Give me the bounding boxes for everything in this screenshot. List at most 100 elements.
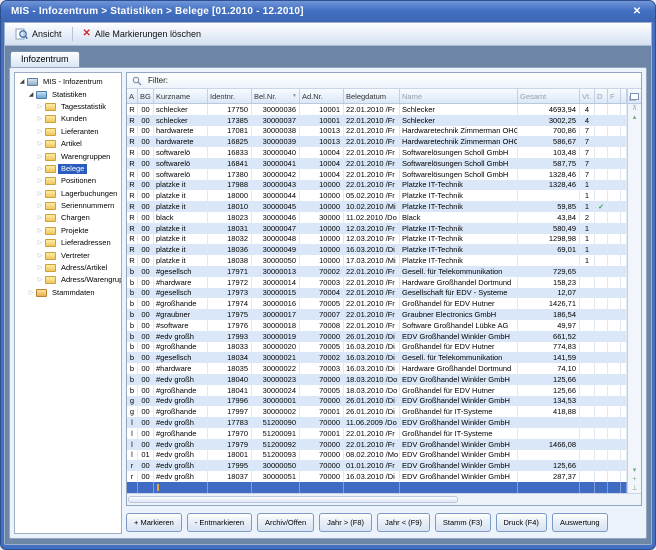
table-row[interactable]: R00hardwarete17081300000381001322.01.201… — [127, 126, 627, 137]
table-row[interactable]: R00platzke it18036300000491000016.03.201… — [127, 244, 627, 255]
tree-item-stammdaten[interactable]: ▷Stammdaten — [17, 287, 121, 299]
table-row[interactable]: R00schlecker17385300000371000122.01.2010… — [127, 115, 627, 126]
button-druck-f4[interactable]: Druck (F4) — [496, 513, 547, 532]
expand-arrow-icon[interactable]: ▷ — [36, 277, 44, 283]
collapse-arrow-icon[interactable]: ◢ — [18, 79, 26, 85]
nav-add-icon[interactable]: + — [632, 475, 636, 484]
button-jahr-f8[interactable]: Jahr > (F8) — [319, 513, 372, 532]
tree-item-projekte[interactable]: ▷Projekte — [17, 225, 121, 237]
table-row[interactable]: R00platzke it17988300000431000022.01.201… — [127, 180, 627, 191]
expand-arrow-icon[interactable]: ▷ — [36, 215, 44, 221]
table-row[interactable]: R00platzke it18031300000471000012.03.201… — [127, 223, 627, 234]
tree-item-warengruppen[interactable]: ▷Warengruppen — [17, 150, 121, 162]
grid-horizontal-scrollbar[interactable] — [127, 493, 641, 505]
expand-arrow-icon[interactable]: ▷ — [36, 116, 44, 122]
table-row[interactable]: g00#großhande17997300000027000126.01.201… — [127, 406, 627, 417]
table-row[interactable]: b00#hardware17972300000147000322.01.2010… — [127, 277, 627, 288]
column-header-d[interactable]: D — [595, 89, 608, 103]
table-row[interactable]: R00platzke it18010300000451000010.02.201… — [127, 201, 627, 212]
expand-arrow-icon[interactable]: ▷ — [36, 141, 44, 147]
filter-row[interactable]: Filter: — [127, 73, 641, 89]
column-header-kurzname[interactable]: Kurzname — [154, 89, 208, 103]
column-header-gesamt[interactable]: Gesamt — [518, 89, 580, 103]
column-header-belnr[interactable]: Bel.Nr.▼ — [252, 89, 300, 103]
table-row[interactable]: b00#hardware18035300000227000316.03.2010… — [127, 363, 627, 374]
tree-item-adress-warengruppen[interactable]: ▷Adress/Warengruppen — [17, 274, 121, 286]
tree-item-seriennummern[interactable]: ▷Seriennummern — [17, 200, 121, 212]
grid-vertical-scrollbar[interactable]: ⊼▴▾+⊥ — [627, 89, 641, 493]
table-row[interactable]: b00#großhande17974300000167000522.01.201… — [127, 298, 627, 309]
tab-infozentrum[interactable]: Infozentrum — [10, 51, 80, 67]
expand-arrow-icon[interactable]: ▷ — [36, 203, 44, 209]
column-header-name[interactable]: Name — [400, 89, 518, 103]
column-header-f[interactable]: F — [608, 89, 621, 103]
tree-item-lieferadressen[interactable]: ▷Lieferadressen — [17, 237, 121, 249]
expand-arrow-icon[interactable]: ▷ — [36, 154, 44, 160]
table-row[interactable]: b00#gesellsch17973300000157000422.01.201… — [127, 288, 627, 299]
expand-arrow-icon[interactable]: ▷ — [36, 228, 44, 234]
table-row[interactable]: g00#edv großh17996300000017000026.01.201… — [127, 396, 627, 407]
tree-item-statistiken[interactable]: ◢Statistiken — [17, 88, 121, 100]
column-header-vt[interactable]: Vt. — [580, 89, 595, 103]
expand-arrow-icon[interactable]: ▷ — [36, 253, 44, 259]
expand-arrow-icon[interactable]: ▷ — [36, 129, 44, 135]
tree-item-mis-infozentrum[interactable]: ◢MIS - Infozentrum — [17, 76, 121, 88]
button-archiv-offen[interactable]: Archiv/Offen — [257, 513, 314, 532]
clear-marks-button[interactable]: ✕ Alle Markierungen löschen — [79, 28, 205, 40]
button-markieren[interactable]: + Markieren — [126, 513, 182, 532]
table-row[interactable]: b00#graubner17975300000177000722.01.2010… — [127, 309, 627, 320]
table-row[interactable]: R00platzke it18038300000501000017.03.201… — [127, 255, 627, 266]
tree-item-belege[interactable]: ▷Belege — [17, 163, 121, 175]
table-row[interactable]: R00hardwarete16825300000391001322.01.201… — [127, 136, 627, 147]
horizontal-scroll-thumb[interactable] — [128, 496, 458, 503]
column-header-identnr[interactable]: Identnr. — [208, 89, 252, 103]
scroll-down-icon[interactable]: ▾ — [633, 466, 637, 475]
table-row[interactable]: l00#edv großh17979512000927000022.01.201… — [127, 439, 627, 450]
button-jahr-f9[interactable]: Jahr < (F9) — [377, 513, 430, 532]
scroll-top-icon[interactable]: ⊼ — [632, 104, 637, 113]
table-row[interactable]: b00#software17976300000187000822.01.2010… — [127, 320, 627, 331]
column-header-a[interactable]: A — [127, 89, 138, 103]
tree-item-chargen[interactable]: ▷Chargen — [17, 212, 121, 224]
expand-arrow-icon[interactable]: ▷ — [36, 265, 44, 271]
table-row[interactable]: l00#edv großh17783512000907000011.06.200… — [127, 417, 627, 428]
table-row[interactable]: b00#edv großh17993300000197000026.01.201… — [127, 331, 627, 342]
table-row[interactable]: b00#gesellsch18034300000217000216.03.201… — [127, 352, 627, 363]
tree-item-positionen[interactable]: ▷Positionen — [17, 175, 121, 187]
expand-arrow-icon[interactable]: ▷ — [36, 166, 44, 172]
button-entmarkieren[interactable]: - Entmarkieren — [187, 513, 252, 532]
table-row[interactable]: R00softwarelö16841300000411000422.01.201… — [127, 158, 627, 169]
table-row[interactable]: b00#großhande18033300000207000516.03.201… — [127, 342, 627, 353]
collapse-arrow-icon[interactable]: ◢ — [27, 92, 35, 98]
column-chooser-button[interactable] — [628, 89, 641, 104]
table-row[interactable]: r00#edv großh18037300000517000016.03.201… — [127, 471, 627, 482]
expand-arrow-icon[interactable]: ▷ — [36, 240, 44, 246]
column-header-adnr[interactable]: Ad.Nr. — [300, 89, 344, 103]
table-row[interactable]: R00platzke it18032300000481000012.03.201… — [127, 234, 627, 245]
selected-empty-row[interactable] — [127, 482, 627, 493]
tree-item-vertreter[interactable]: ▷Vertreter — [17, 249, 121, 261]
table-row[interactable]: b00#edv großh18040300000237000018.03.201… — [127, 374, 627, 385]
table-row[interactable]: R00softwarelö16833300000401000422.01.201… — [127, 147, 627, 158]
tree-item-kunden[interactable]: ▷Kunden — [17, 113, 121, 125]
table-row[interactable]: r00#edv großh17995300000507000001.01.201… — [127, 460, 627, 471]
column-header-bg[interactable]: BG — [138, 89, 154, 103]
table-row[interactable]: R00softwarelö17380300000421000422.01.201… — [127, 169, 627, 180]
tree-item-lieferanten[interactable]: ▷Lieferanten — [17, 126, 121, 138]
ansicht-button[interactable]: Ansicht — [11, 27, 66, 41]
column-header-datum[interactable]: Belegdatum — [344, 89, 400, 103]
close-button[interactable]: ✕ — [629, 5, 645, 19]
tree-item-artikel[interactable]: ▷Artikel — [17, 138, 121, 150]
table-row[interactable]: b00#gesellsch17971300000137000222.01.201… — [127, 266, 627, 277]
table-row[interactable]: l00#großhande17970512000917000122.01.201… — [127, 428, 627, 439]
table-row[interactable]: R00black18023300000463000011.02.2010 /Do… — [127, 212, 627, 223]
button-stamm-f3[interactable]: Stamm (F3) — [435, 513, 491, 532]
expand-arrow-icon[interactable]: ▷ — [27, 290, 35, 296]
expand-arrow-icon[interactable]: ▷ — [36, 191, 44, 197]
tree-item-adress-artikel[interactable]: ▷Adress/Artikel — [17, 262, 121, 274]
table-row[interactable]: R00platzke it18000300000441000005.02.201… — [127, 190, 627, 201]
tree-item-lagerbuchungen[interactable]: ▷Lagerbuchungen — [17, 188, 121, 200]
table-row[interactable]: R00schlecker17750300000361000122.01.2010… — [127, 104, 627, 115]
scroll-up-icon[interactable]: ▴ — [633, 113, 637, 122]
expand-arrow-icon[interactable]: ▷ — [36, 104, 44, 110]
